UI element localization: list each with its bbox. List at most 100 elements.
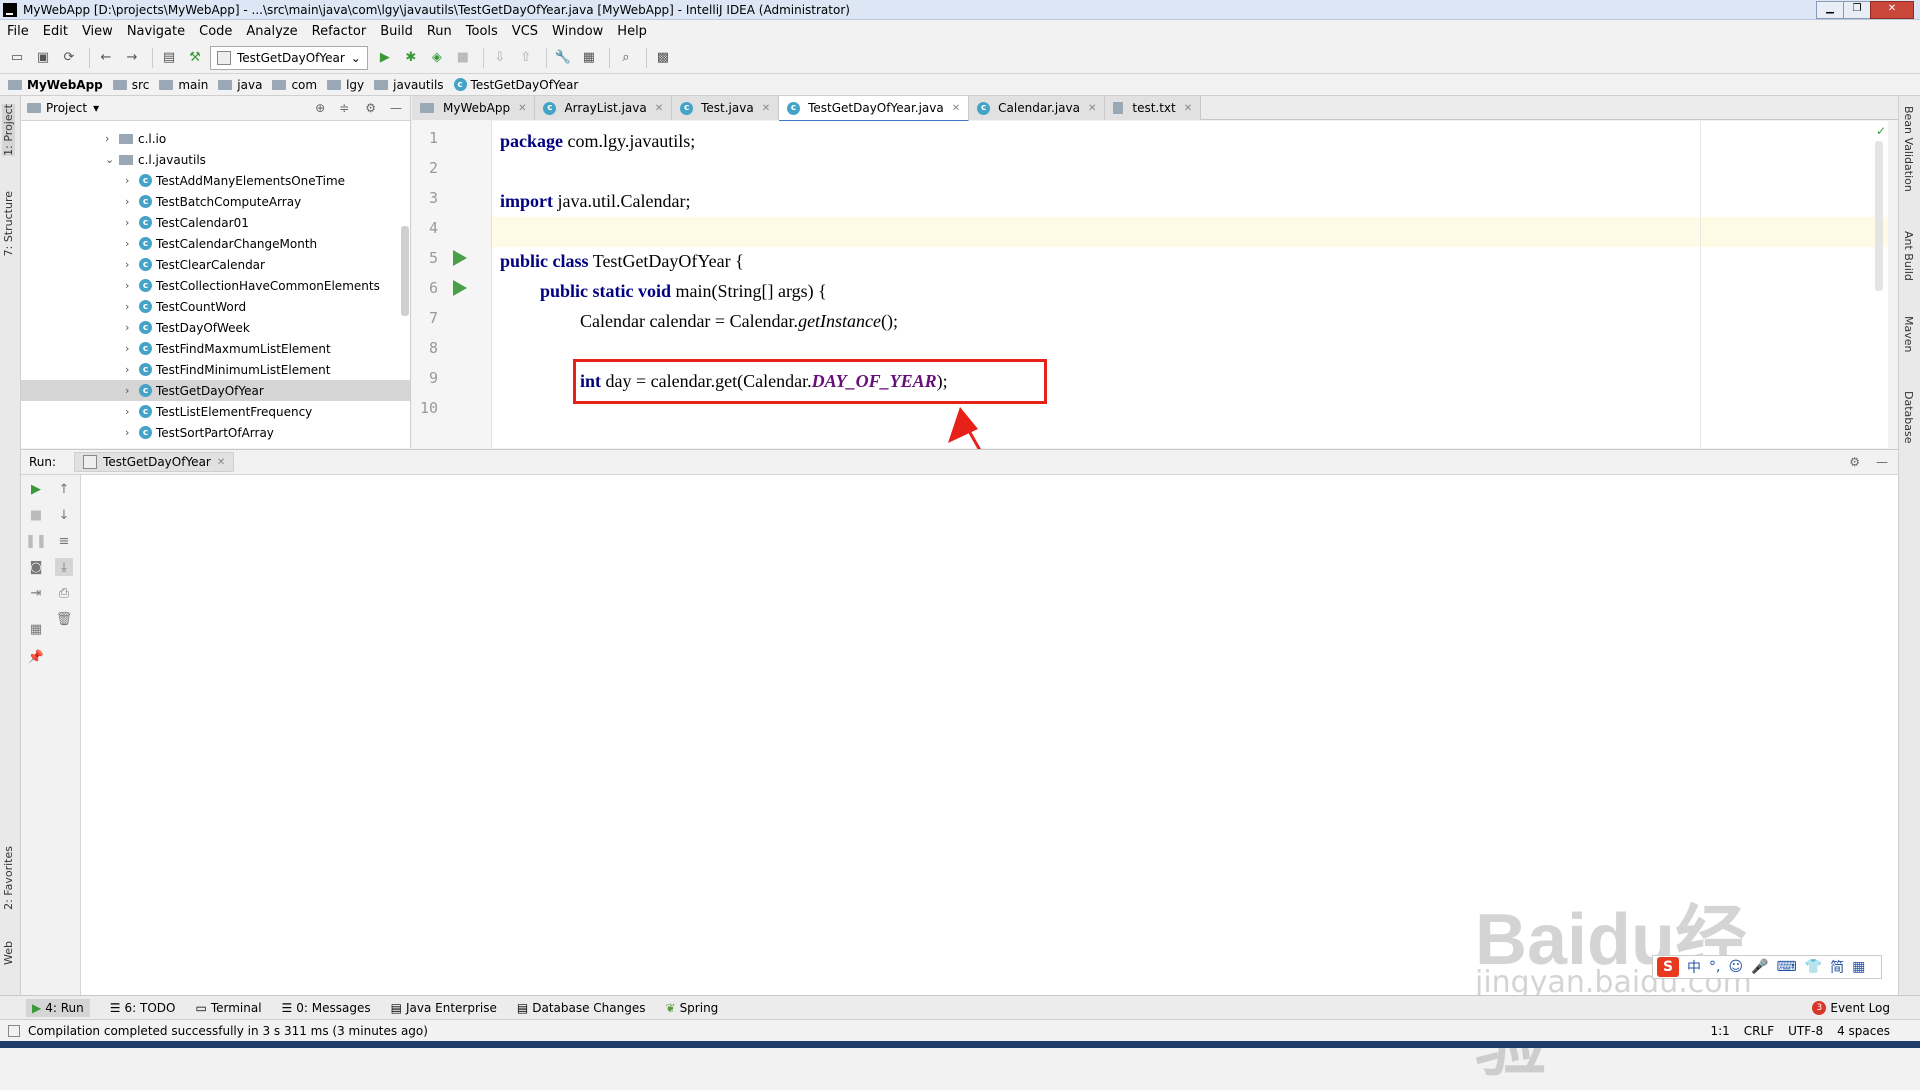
tree-item[interactable]: › c TestCalendarChangeMonth [125, 233, 317, 254]
tree-item[interactable]: › c TestBatchComputeArray [125, 191, 301, 212]
tree-item[interactable]: ⌄ c.l.javautils [105, 149, 206, 170]
down-arrow-icon[interactable]: ↓ [55, 506, 73, 524]
grid-icon[interactable]: ▦ [1852, 959, 1865, 975]
tool-window-ant-build[interactable]: Ant Build [1902, 231, 1915, 281]
menu-vcs[interactable]: VCS [512, 24, 538, 39]
tab-test[interactable]: c Test.java ✕ [672, 96, 780, 120]
tool-window-bean-validation[interactable]: Bean Validation [1902, 106, 1915, 192]
menu-code[interactable]: Code [199, 24, 232, 39]
vcs-commit-icon[interactable]: ⇧ [515, 47, 537, 69]
shirt-icon[interactable]: 👕 [1805, 959, 1822, 975]
close-icon[interactable]: ✕ [1088, 103, 1096, 114]
tool-tab-messages[interactable]: ☰ 0: Messages [282, 1001, 371, 1015]
up-arrow-icon[interactable]: ↑ [55, 480, 73, 498]
tree-item[interactable]: › c TestCollectionHaveCommonElements [125, 275, 380, 296]
breadcrumb-item[interactable]: javautils [374, 78, 444, 92]
menu-analyze[interactable]: Analyze [246, 24, 297, 39]
editor-scrollbar[interactable] [1875, 141, 1883, 291]
stop-icon[interactable]: ■ [452, 47, 474, 69]
close-icon[interactable]: ✕ [762, 103, 770, 114]
save-icon[interactable]: ▣ [32, 47, 54, 69]
tool-tab-java-enterprise[interactable]: ▤ Java Enterprise [391, 1001, 497, 1015]
tree-item[interactable]: › c TestSortPartOfArray [125, 422, 274, 443]
rerun-icon[interactable]: ▶ [27, 480, 45, 498]
gear-icon[interactable]: ⚙ [365, 101, 376, 115]
tool-window-structure[interactable]: 7: Structure [2, 191, 15, 256]
layout-icon[interactable]: ▦ [27, 620, 45, 638]
gear-icon[interactable]: ⚙ [1849, 455, 1860, 469]
event-log-button[interactable]: 3 Event Log [1812, 1000, 1890, 1015]
back-icon[interactable]: ← [95, 47, 117, 69]
tree-item[interactable]: › c TestFindMaxmumListElement [125, 338, 331, 359]
tree-item[interactable]: › c TestFindMinimumListElement [125, 359, 331, 380]
tab-calendar[interactable]: c Calendar.java ✕ [969, 96, 1106, 120]
vcs-update-icon[interactable]: ⇩ [489, 47, 511, 69]
tool-window-database[interactable]: Database [1902, 391, 1915, 444]
forward-icon[interactable]: → [121, 47, 143, 69]
ime-toolbar[interactable]: S 中 °, ☺ 🎤 ⌨ 👕 简 ▦ [1652, 955, 1882, 979]
tool-tab-run[interactable]: ▶ 4: Run [26, 998, 90, 1017]
settings-wrench-icon[interactable]: 🔧 [552, 47, 574, 69]
stop-icon[interactable]: ■ [27, 506, 45, 524]
run-configuration-select[interactable]: TestGetDayOfYear ⌄ [210, 45, 368, 70]
tree-item[interactable]: › c TestDayOfWeek [125, 317, 250, 338]
tool-window-web[interactable]: Web [2, 941, 15, 965]
close-icon[interactable]: ✕ [518, 103, 526, 114]
sync-icon[interactable]: ⟳ [58, 47, 80, 69]
close-icon[interactable]: ✕ [952, 103, 960, 114]
hide-icon[interactable]: — [390, 101, 402, 115]
menu-navigate[interactable]: Navigate [127, 24, 185, 39]
close-button[interactable]: ✕ [1870, 1, 1914, 19]
tree-item[interactable]: › c TestCountWord [125, 296, 246, 317]
breadcrumb-item[interactable]: MyWebApp [8, 78, 103, 92]
print-icon[interactable]: ⎙ [55, 584, 73, 602]
line-separator-select[interactable]: CRLF [1744, 1024, 1774, 1038]
project-scrollbar[interactable] [401, 226, 409, 316]
chevron-down-icon[interactable]: ▾ [93, 101, 99, 115]
keyboard-icon[interactable]: ⌨ [1777, 959, 1797, 975]
structure-icon[interactable]: ▤ [158, 47, 180, 69]
collapse-icon[interactable]: ≑ [339, 101, 349, 115]
microphone-icon[interactable]: 🎤 [1751, 959, 1768, 975]
locate-icon[interactable]: ⊕ [315, 101, 325, 115]
breadcrumb-item[interactable]: lgy [327, 78, 364, 92]
tool-tab-spring[interactable]: ❦ Spring [666, 1001, 719, 1015]
build-hammer-icon[interactable]: ⚒ [184, 47, 206, 69]
tab-testgetdayofyear[interactable]: c TestGetDayOfYear.java ✕ [779, 96, 970, 122]
tasks-icon[interactable]: ▩ [652, 47, 674, 69]
tree-item[interactable]: › c TestClearCalendar [125, 254, 265, 275]
project-view-select[interactable]: Project [46, 101, 87, 115]
minimize-button[interactable]: ▁ [1816, 1, 1844, 19]
menu-run[interactable]: Run [427, 24, 452, 39]
hide-icon[interactable]: — [1876, 455, 1888, 469]
breadcrumb-item[interactable]: main [159, 78, 208, 92]
menu-help[interactable]: Help [617, 24, 647, 39]
tree-item-selected[interactable]: › c TestGetDayOfYear [21, 380, 410, 401]
menu-edit[interactable]: Edit [43, 24, 68, 39]
tool-tab-database-changes[interactable]: ▤ Database Changes [517, 1001, 646, 1015]
pin-icon[interactable]: 📌 [27, 648, 45, 666]
menu-build[interactable]: Build [380, 24, 413, 39]
tree-item[interactable]: › c TestListElementFrequency [125, 401, 312, 422]
tab-arraylist[interactable]: c ArrayList.java ✕ [535, 96, 673, 120]
maximize-button[interactable]: ❐ [1843, 1, 1871, 19]
indent-select[interactable]: 4 spaces [1837, 1024, 1890, 1038]
menu-refactor[interactable]: Refactor [312, 24, 367, 39]
tree-item[interactable]: › c TestAddManyElementsOneTime [125, 170, 345, 191]
breadcrumb-item[interactable]: c TestGetDayOfYear [453, 78, 578, 92]
project-structure-icon[interactable]: ▦ [578, 47, 600, 69]
restore-layout-icon[interactable]: ⇥ [27, 584, 45, 602]
tree-item[interactable]: › c.l.io [105, 128, 166, 149]
tool-window-favorites[interactable]: 2: Favorites [2, 846, 15, 910]
trash-icon[interactable]: 🗑 [55, 610, 73, 628]
editor-gutter[interactable]: 1 2 3 4 5 6 7 8 9 10 [412, 121, 492, 448]
tool-window-project[interactable]: 1: Project [2, 104, 15, 156]
menu-view[interactable]: View [82, 24, 113, 39]
encoding-select[interactable]: UTF-8 [1788, 1024, 1823, 1038]
tab-mywebapp[interactable]: MyWebApp ✕ [412, 96, 536, 120]
scroll-to-end-icon[interactable]: ⤓ [55, 558, 73, 576]
menu-tools[interactable]: Tools [466, 24, 498, 39]
soft-wrap-icon[interactable]: ≡ [55, 532, 73, 550]
coverage-icon[interactable]: ◈ [426, 47, 448, 69]
tab-test-txt[interactable]: test.txt ✕ [1105, 96, 1202, 120]
